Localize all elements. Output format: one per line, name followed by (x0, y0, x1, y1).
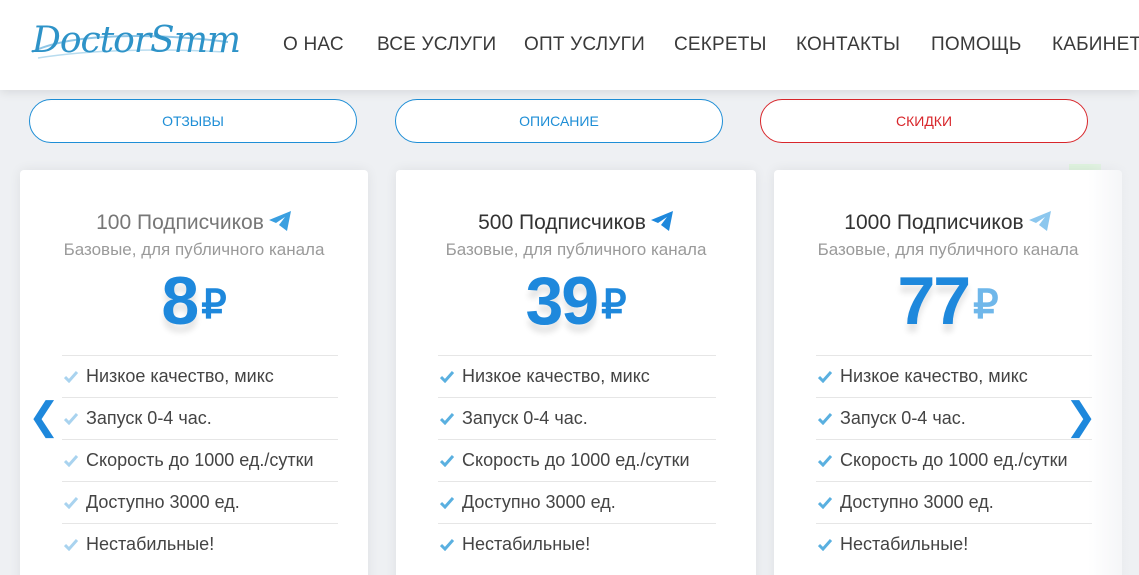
site-logo[interactable]: DoctorSmm (28, 12, 241, 72)
feature-item: Доступно 3000 ед. (438, 481, 716, 523)
card-title: 1000 Подписчиков (774, 210, 1122, 235)
check-icon (440, 538, 454, 551)
feature-item: Запуск 0-4 час. (62, 397, 338, 439)
check-icon (64, 454, 78, 467)
feature-item: Доступно 3000 ед. (816, 481, 1092, 523)
check-icon (818, 370, 832, 383)
card-title: 500 Подписчиков (396, 210, 756, 235)
feature-item: Запуск 0-4 час. (438, 397, 716, 439)
feature-text: Доступно 3000 ед. (86, 492, 240, 512)
card-title: 100 Подписчиков (20, 210, 368, 235)
feature-list: Низкое качество, микс Запуск 0-4 час. Ск… (816, 355, 1092, 565)
chevron-left-icon[interactable]: ❮ (28, 398, 60, 436)
chevron-right-icon[interactable]: ❯ (1065, 398, 1097, 436)
nav-item-cabinet[interactable]: КАБИНЕТ (1052, 34, 1139, 56)
pricing-card: 1000 Подписчиков Базовые, для публичного… (774, 170, 1122, 575)
card-title-text: 1000 Подписчиков (844, 211, 1024, 234)
card-subtitle: Базовые, для публичного канала (817, 240, 1079, 259)
card-price: 8 ₽ (20, 262, 368, 340)
telegram-icon (268, 211, 291, 231)
feature-text: Доступно 3000 ед. (840, 492, 994, 512)
card-price: 39 ₽ (396, 262, 756, 340)
check-icon (440, 412, 454, 425)
discounts-tab[interactable]: СКИДКИ (760, 99, 1088, 143)
site-header: DoctorSmm О НАС ВСЕ УСЛУГИ ОПТ УСЛУГИ СЕ… (0, 0, 1139, 90)
price-value: 77 (897, 263, 971, 339)
card-subtitle: Базовые, для публичного канала (63, 240, 325, 259)
feature-text: Низкое качество, микс (462, 366, 650, 386)
feature-text: Низкое качество, микс (86, 366, 274, 386)
telegram-icon (1028, 211, 1051, 231)
feature-item: Нестабильные! (438, 523, 716, 565)
feature-text: Запуск 0-4 час. (86, 408, 212, 428)
check-icon (64, 412, 78, 425)
feature-item: Скорость до 1000 ед./сутки (62, 439, 338, 481)
feature-text: Скорость до 1000 ед./сутки (840, 450, 1068, 470)
check-icon (64, 538, 78, 551)
feature-item: Скорость до 1000 ед./сутки (816, 439, 1092, 481)
check-icon (64, 370, 78, 383)
feature-item: Скорость до 1000 ед./сутки (438, 439, 716, 481)
check-icon (64, 496, 78, 509)
feature-list: Низкое качество, микс Запуск 0-4 час. Ск… (62, 355, 338, 565)
nav-item-all-services[interactable]: ВСЕ УСЛУГИ (377, 34, 496, 56)
price-value: 39 (525, 263, 599, 339)
feature-text: Запуск 0-4 час. (462, 408, 588, 428)
description-tab[interactable]: ОПИСАНИЕ (395, 99, 723, 143)
feature-text: Скорость до 1000 ед./сутки (86, 450, 314, 470)
check-icon (440, 370, 454, 383)
feature-item: Запуск 0-4 час. (816, 397, 1092, 439)
check-icon (818, 454, 832, 467)
feature-item: Нестабильные! (816, 523, 1092, 565)
pricing-card: 500 Подписчиков Базовые, для публичного … (396, 170, 756, 575)
card-title-text: 500 Подписчиков (478, 211, 646, 234)
feature-text: Скорость до 1000 ед./сутки (462, 450, 690, 470)
feature-list: Низкое качество, микс Запуск 0-4 час. Ск… (438, 355, 716, 565)
feature-item: Низкое качество, микс (62, 355, 338, 397)
check-icon (818, 538, 832, 551)
nav-item-wholesale-services[interactable]: ОПТ УСЛУГИ (524, 34, 645, 56)
feature-item: Нестабильные! (62, 523, 338, 565)
nav-item-about[interactable]: О НАС (283, 34, 344, 56)
telegram-icon (650, 211, 673, 231)
feature-text: Запуск 0-4 час. (840, 408, 966, 428)
reviews-tab[interactable]: ОТЗЫВЫ (29, 99, 357, 143)
feature-item: Доступно 3000 ед. (62, 481, 338, 523)
feature-item: Низкое качество, микс (438, 355, 716, 397)
feature-text: Нестабильные! (840, 534, 969, 554)
nav-item-contacts[interactable]: КОНТАКТЫ (796, 34, 900, 56)
feature-item: Низкое качество, микс (816, 355, 1092, 397)
logo-text: DoctorSmm (32, 20, 241, 61)
feature-text: Нестабильные! (86, 534, 215, 554)
card-subtitle: Базовые, для публичного канала (445, 240, 707, 259)
price-currency: ₽ (201, 283, 227, 327)
nav-item-secrets[interactable]: СЕКРЕТЫ (674, 34, 767, 56)
card-price: 77 ₽ (774, 262, 1122, 340)
feature-text: Низкое качество, микс (840, 366, 1028, 386)
check-icon (818, 496, 832, 509)
price-currency: ₽ (973, 283, 999, 327)
check-icon (440, 454, 454, 467)
nav-item-help[interactable]: ПОМОЩЬ (931, 34, 1022, 56)
price-value: 8 (161, 263, 199, 339)
feature-text: Доступно 3000 ед. (462, 492, 616, 512)
edge-fade (1088, 150, 1139, 575)
feature-text: Нестабильные! (462, 534, 591, 554)
card-title-text: 100 Подписчиков (96, 211, 264, 234)
check-icon (440, 496, 454, 509)
check-icon (818, 412, 832, 425)
pricing-card: 100 Подписчиков Базовые, для публичного … (20, 170, 368, 575)
price-currency: ₽ (601, 283, 627, 327)
